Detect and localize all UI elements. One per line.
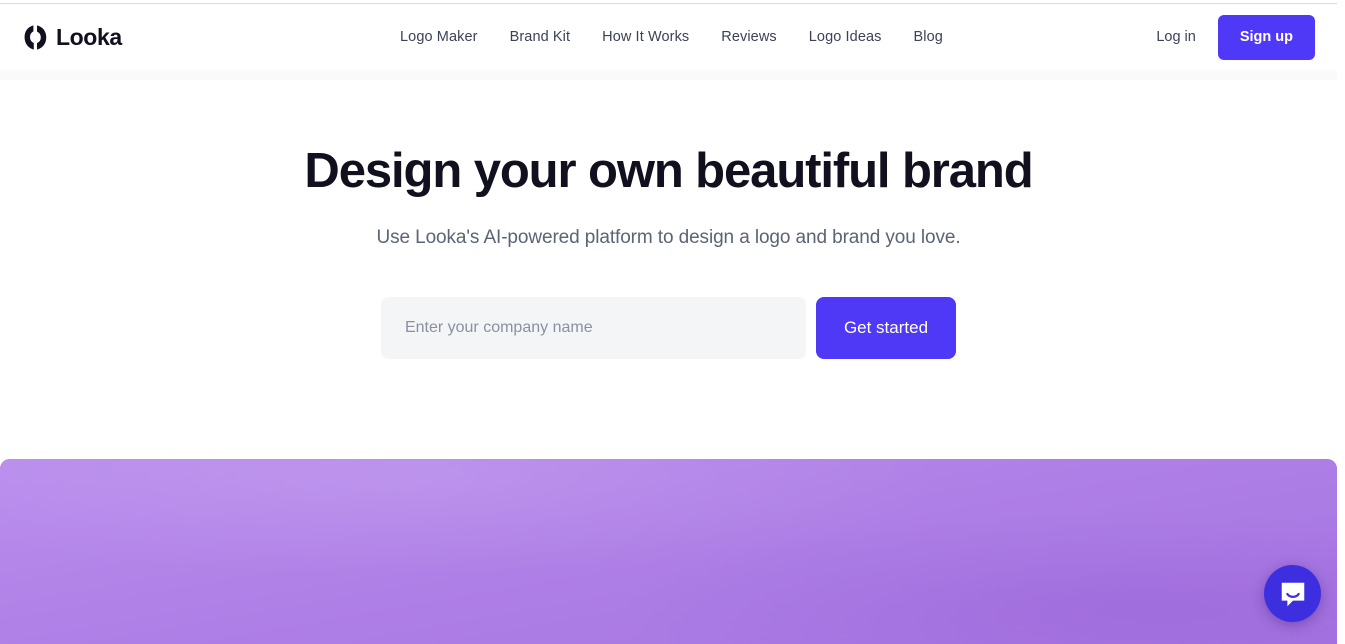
sign-up-button[interactable]: Sign up — [1217, 14, 1315, 60]
nav-item-brand-kit[interactable]: Brand Kit — [494, 21, 587, 53]
page-title: Design your own beautiful brand — [304, 144, 1033, 198]
hero-section: Design your own beautiful brand Use Look… — [0, 80, 1337, 359]
nav-item-logo-ideas[interactable]: Logo Ideas — [793, 21, 898, 53]
hero-product-photo: Birdland — [0, 459, 1337, 644]
site-header: Looka Logo Maker Brand Kit How It Works … — [0, 4, 1337, 70]
auth-actions: Log in Sign up — [1156, 14, 1315, 60]
nav-item-how-it-works[interactable]: How It Works — [586, 21, 705, 53]
nav-item-logo-maker[interactable]: Logo Maker — [400, 21, 494, 53]
photo-backdrop — [0, 459, 1337, 644]
get-started-button[interactable]: Get started — [815, 296, 957, 359]
nav-item-reviews[interactable]: Reviews — [705, 21, 793, 53]
chat-launcher-button[interactable] — [1264, 565, 1321, 622]
primary-nav: Logo Maker Brand Kit How It Works Review… — [400, 21, 959, 53]
company-name-input[interactable] — [380, 296, 806, 359]
right-gutter — [1337, 0, 1345, 644]
messenger-bubble-icon — [1281, 582, 1304, 606]
log-in-link[interactable]: Log in — [1156, 29, 1196, 45]
brand-name: Looka — [56, 23, 122, 50]
brand-logo-link[interactable]: Looka — [24, 23, 122, 50]
nav-item-blog[interactable]: Blog — [898, 21, 959, 53]
hero-subtitle: Use Looka's AI-powered platform to desig… — [376, 226, 961, 248]
header-shadow-band — [0, 70, 1337, 80]
looka-mark-icon — [24, 24, 47, 50]
hero-cta-row: Get started — [0, 296, 1337, 359]
looka-landing-page: Looka Logo Maker Brand Kit How It Works … — [0, 0, 1345, 644]
